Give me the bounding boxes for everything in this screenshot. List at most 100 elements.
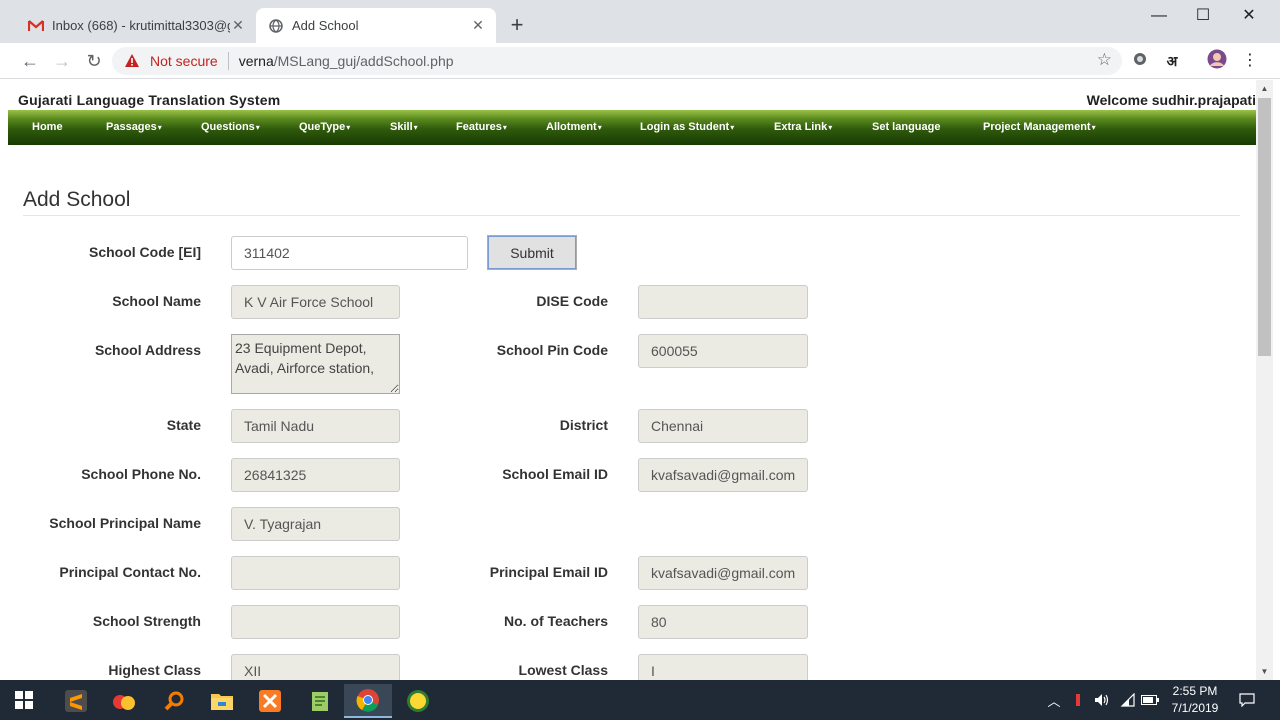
welcome-user: Welcome sudhir.prajapati (1086, 92, 1256, 108)
battery-icon[interactable] (1140, 680, 1160, 720)
menu-login-as-student[interactable]: Login as Student▾ (640, 121, 734, 133)
principal-email-label: Principal Email ID (489, 564, 608, 580)
school-phone-input[interactable] (231, 458, 400, 492)
district-label: District (559, 417, 608, 433)
tab-title: Add School (292, 18, 359, 33)
principal-contact-label: Principal Contact No. (59, 564, 201, 580)
maximize-icon[interactable]: ☐ (1180, 4, 1226, 28)
school-address-textarea[interactable]: 23 Equipment Depot, Avadi, Airforce stat… (231, 334, 400, 394)
district-input[interactable] (638, 409, 808, 443)
minimize-icon[interactable]: — (1136, 4, 1182, 28)
browser-toolbar: ← → ↻ Not secure verna/MSLang_guj/addSch… (0, 43, 1280, 79)
forward-arrow-icon[interactable]: → (50, 49, 74, 73)
notification-icon[interactable] (1236, 680, 1258, 720)
caret-down-icon: ▾ (597, 123, 602, 132)
fruit-app-icon[interactable] (100, 684, 148, 718)
clock-time: 2:55 PM (1172, 684, 1218, 698)
system-clock[interactable]: 2:55 PM 7/1/2019 (1158, 683, 1232, 717)
page-title: Add School (23, 188, 131, 211)
back-arrow-icon[interactable]: ← (18, 49, 42, 73)
hindi-extension-icon[interactable]: अ (1160, 49, 1184, 73)
windows-start-icon[interactable] (0, 683, 48, 717)
url-path: /MSLang_guj/addSchool.php (273, 53, 454, 69)
globe-icon (268, 18, 284, 34)
lowest-class-label: Lowest Class (518, 662, 608, 678)
highest-class-input[interactable] (231, 654, 400, 680)
state-label: State (166, 417, 201, 433)
school-email-label: School Email ID (502, 466, 608, 482)
principal-name-input[interactable] (231, 507, 400, 541)
volume-icon[interactable] (1092, 680, 1112, 720)
school-name-input[interactable] (231, 285, 400, 319)
url-host: verna (238, 53, 274, 69)
gmail-icon (28, 18, 44, 34)
state-input[interactable] (231, 409, 400, 443)
menu-allotment[interactable]: Allotment▾ (546, 121, 602, 133)
page-content: Gujarati Language Translation System Wel… (8, 80, 1256, 680)
school-email-input[interactable] (638, 458, 808, 492)
school-code-input[interactable] (231, 236, 468, 270)
close-icon[interactable]: ✕ (230, 17, 246, 34)
chevron-up-icon[interactable]: ︿ (1044, 680, 1064, 720)
menu-label: Skill (390, 121, 413, 133)
menu-label: Passages (106, 121, 157, 133)
search-app-icon[interactable] (150, 684, 198, 718)
principal-contact-input[interactable] (231, 556, 400, 590)
menu-dots-icon[interactable]: ⋮ (1238, 49, 1262, 73)
close-icon[interactable]: ✕ (470, 17, 486, 34)
menu-label: Extra Link (774, 121, 828, 133)
school-strength-input[interactable] (231, 605, 400, 639)
hs-app-icon[interactable] (394, 684, 442, 718)
principal-email-input[interactable] (638, 556, 808, 590)
menu-label: Login as Student (640, 121, 730, 133)
address-bar[interactable]: Not secure verna/MSLang_guj/addSchool.ph… (112, 47, 1122, 75)
principal-name-label: School Principal Name (49, 515, 201, 531)
school-pin-input[interactable] (638, 334, 808, 368)
new-tab-button[interactable]: + (506, 14, 528, 36)
taskbar: ︿ 2:55 PM 7/1/2019 (0, 680, 1280, 720)
scroll-up-icon[interactable]: ▲ (1256, 80, 1273, 97)
menu-home[interactable]: Home (32, 121, 63, 133)
menu-extra-link[interactable]: Extra Link▾ (774, 121, 832, 133)
scroll-down-icon[interactable]: ▼ (1256, 663, 1273, 680)
xampp-icon[interactable] (246, 684, 294, 718)
school-pin-label: School Pin Code (496, 342, 608, 358)
menu-project-management[interactable]: Project Management▾ (983, 121, 1096, 133)
tab-inbox[interactable]: Inbox (668) - krutimittal3303@gm ✕ (16, 8, 256, 43)
scroll-thumb[interactable] (1258, 98, 1271, 356)
menu-skill[interactable]: Skill▾ (390, 121, 418, 133)
not-secure-label[interactable]: Not secure (150, 53, 218, 69)
wifi-icon[interactable] (1118, 680, 1138, 720)
notepad-icon[interactable] (296, 684, 344, 718)
divider (23, 215, 1240, 216)
menu-label: Allotment (546, 121, 597, 133)
app-tray-icon[interactable] (1070, 680, 1086, 720)
caret-down-icon: ▾ (346, 123, 351, 132)
menu-passages[interactable]: Passages▾ (106, 121, 162, 133)
highest-class-label: Highest Class (108, 662, 201, 678)
site-header: Gujarati Language Translation System Wel… (8, 80, 1256, 110)
star-icon[interactable]: ☆ (1097, 50, 1112, 70)
menu-quetype[interactable]: QueType▾ (299, 121, 350, 133)
chrome-icon[interactable] (344, 684, 392, 718)
file-explorer-icon[interactable] (198, 684, 246, 718)
profile-avatar[interactable] (1205, 49, 1229, 73)
menu-features[interactable]: Features▾ (456, 121, 507, 133)
tab-add-school[interactable]: Add School ✕ (256, 8, 496, 43)
menu-questions[interactable]: Questions▾ (201, 121, 260, 133)
menu-label: QueType (299, 121, 346, 133)
menu-label: Set language (872, 121, 941, 133)
close-window-icon[interactable]: ✕ (1226, 4, 1272, 28)
caret-down-icon: ▾ (413, 123, 418, 132)
menu-label: Features (456, 121, 502, 133)
reload-icon[interactable]: ↻ (82, 49, 106, 73)
submit-button[interactable]: Submit (487, 235, 577, 270)
sublime-text-icon[interactable] (52, 684, 100, 718)
vertical-scrollbar[interactable]: ▲ ▼ (1256, 80, 1273, 680)
main-menu: Home Passages▾ Questions▾ QueType▾ Skill… (8, 110, 1256, 145)
lowest-class-input[interactable] (638, 654, 808, 680)
extension-circle-icon[interactable] (1128, 49, 1152, 73)
dise-code-input[interactable] (638, 285, 808, 319)
num-teachers-input[interactable] (638, 605, 808, 639)
menu-set-language[interactable]: Set language (872, 121, 940, 133)
